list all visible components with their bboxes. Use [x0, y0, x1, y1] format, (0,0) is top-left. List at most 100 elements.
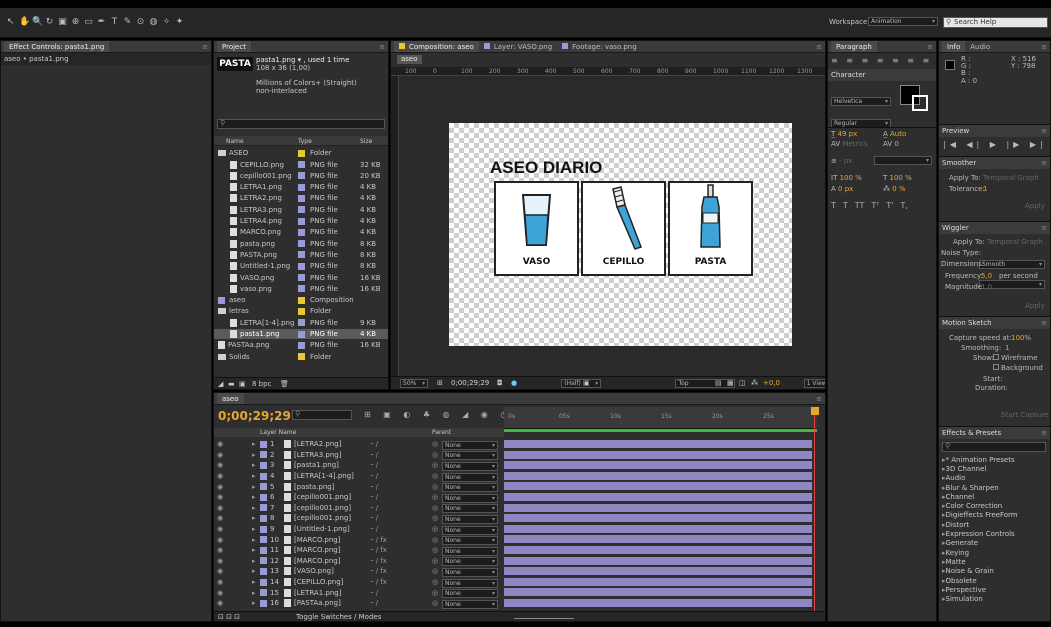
tab-wiggler[interactable]: Wiggler — [942, 222, 969, 234]
visibility-eye-icon[interactable]: ◉ — [217, 483, 223, 491]
pickwhip-icon[interactable]: ◎ — [432, 493, 438, 501]
label-color[interactable] — [260, 483, 267, 491]
label-color[interactable] — [298, 319, 305, 327]
effect-switch-icon[interactable]: ⁃ / fx — [370, 567, 387, 575]
expand-arrow-icon[interactable]: ▸ — [252, 440, 256, 448]
workspace-dropdown[interactable]: Animation — [868, 17, 938, 26]
tab-smoother[interactable]: Smoother — [942, 157, 976, 169]
tracking-field[interactable]: AV 0 — [883, 140, 899, 148]
expand-arrow-icon[interactable]: ▸ — [252, 599, 256, 607]
view-layout-dropdown[interactable]: 1 View — [803, 379, 825, 388]
quality-switch-icon[interactable]: ⁃ / — [370, 461, 378, 469]
quality-switch-icon[interactable]: ⁃ / — [370, 504, 378, 512]
project-item[interactable]: VASO.png PNG file 16 KB — [214, 272, 388, 283]
label-color[interactable] — [260, 567, 267, 575]
pan-behind-tool[interactable]: ⊕ — [71, 18, 80, 27]
pickwhip-icon[interactable]: ◎ — [432, 461, 438, 469]
layer-row[interactable]: ◉ ▸ 8 [cepillo001.png] ⁃ / ◎ None — [214, 513, 504, 524]
puppet-tool[interactable]: ✦ — [175, 18, 184, 27]
expand-arrow-icon[interactable]: ▸ — [252, 451, 256, 459]
parent-dropdown[interactable]: None — [442, 451, 498, 461]
effect-category[interactable]: ▸ Noise & Grain — [942, 567, 1046, 576]
tsume-field[interactable]: ⁂ 0 % — [883, 185, 906, 193]
pickwhip-icon[interactable]: ◎ — [432, 567, 438, 575]
label-color[interactable] — [298, 262, 305, 270]
label-color[interactable] — [260, 525, 267, 533]
timeline-icon[interactable]: ◫ — [739, 379, 746, 387]
parent-dropdown[interactable]: None — [442, 504, 498, 514]
layer-duration-bar[interactable] — [504, 588, 812, 597]
layer-name[interactable]: [pasta1.png] — [294, 461, 339, 469]
expand-arrow-icon[interactable]: ▸ — [252, 525, 256, 533]
stroke-type-dropdown[interactable] — [874, 156, 932, 165]
label-color[interactable] — [298, 149, 305, 157]
expand-arrow-icon[interactable]: ▸ — [252, 578, 256, 586]
label-color[interactable] — [260, 493, 267, 501]
effect-category[interactable]: ▸ * Animation Presets — [942, 455, 1046, 464]
effect-category[interactable]: ▸ Simulation — [942, 594, 1046, 603]
layer-name[interactable]: [MARCO.png] — [294, 536, 340, 544]
expand-icons[interactable]: ⊡ ⊡ ⊡ — [218, 613, 240, 621]
expand-arrow-icon[interactable]: ▸ — [252, 472, 256, 480]
visibility-eye-icon[interactable]: ◉ — [217, 451, 223, 459]
visibility-eye-icon[interactable]: ◉ — [217, 578, 223, 586]
project-item[interactable]: PASTAa.png PNG file 16 KB — [214, 340, 388, 351]
pickwhip-icon[interactable]: ◎ — [432, 536, 438, 544]
label-color[interactable] — [260, 472, 267, 480]
visibility-eye-icon[interactable]: ◉ — [217, 493, 223, 501]
label-color[interactable] — [260, 514, 267, 522]
tab-info[interactable]: Info — [942, 41, 966, 52]
pickwhip-icon[interactable]: ◎ — [432, 578, 438, 586]
type-tool[interactable]: T — [110, 18, 119, 27]
tab-paragraph[interactable]: Paragraph — [831, 41, 877, 52]
effect-category[interactable]: ▸ Color Correction — [942, 501, 1046, 510]
font-family-dropdown[interactable]: Helvetica — [831, 97, 891, 106]
expand-arrow-icon[interactable]: ▸ — [252, 567, 256, 575]
brush-tool[interactable]: ✎ — [123, 18, 132, 27]
magnitude-value[interactable]: 1,0 — [981, 283, 992, 291]
tolerance-value[interactable]: 1 — [983, 185, 987, 193]
label-color[interactable] — [260, 546, 267, 554]
expand-arrow-icon[interactable]: ▸ — [252, 514, 256, 522]
project-item[interactable]: LETRA2.png PNG file 4 KB — [214, 193, 388, 204]
layer-row[interactable]: ◉ ▸ 4 [LETRA[1-4].png] ⁃ / ◎ None — [214, 471, 504, 482]
layer-duration-bar[interactable] — [504, 514, 812, 523]
font-style-dropdown[interactable]: Regular — [831, 119, 891, 127]
quality-switch-icon[interactable]: ⁃ / — [370, 599, 378, 607]
new-folder-icon[interactable]: ▬ — [228, 380, 235, 388]
pickwhip-icon[interactable]: ◎ — [432, 451, 438, 459]
fast-preview-icon[interactable]: ▦ — [727, 379, 734, 387]
parent-dropdown[interactable]: None — [442, 546, 498, 556]
parent-dropdown[interactable]: None — [442, 472, 498, 482]
visibility-eye-icon[interactable]: ◉ — [217, 567, 223, 575]
effects-search-input[interactable]: ⚲ — [942, 442, 1046, 452]
visibility-eye-icon[interactable]: ◉ — [217, 536, 223, 544]
visibility-eye-icon[interactable]: ◉ — [217, 557, 223, 565]
effect-switch-icon[interactable]: ⁃ / fx — [370, 578, 387, 586]
project-item[interactable]: pasta.png PNG file 8 KB — [214, 238, 388, 249]
parent-dropdown[interactable]: None — [442, 440, 498, 450]
effect-category[interactable]: ▸ Obsolete — [942, 576, 1046, 585]
panel-menu-icon[interactable]: ≡ — [816, 395, 822, 403]
project-item[interactable]: aseo Composition — [214, 295, 388, 306]
current-time-indicator[interactable] — [811, 407, 819, 617]
region-icon[interactable]: ▣ — [583, 379, 590, 387]
quality-switch-icon[interactable]: ⁃ / — [370, 493, 378, 501]
effect-category[interactable]: ▸ Expression Controls — [942, 529, 1046, 538]
layer-name[interactable]: [LETRA3.png] — [294, 451, 341, 459]
project-item[interactable]: ASEO Folder — [214, 148, 388, 159]
label-color[interactable] — [298, 206, 305, 214]
layer-duration-bar[interactable] — [504, 524, 812, 533]
pen-tool[interactable]: ✒ — [97, 18, 106, 27]
pickwhip-icon[interactable]: ◎ — [432, 472, 438, 480]
char-style-button[interactable]: TT — [855, 201, 865, 210]
comp-viewer[interactable]: ASEO DIARIO VASO CEPILLO PASTA — [399, 76, 825, 376]
quality-switch-icon[interactable]: ⁃ / — [370, 483, 378, 491]
panel-menu-icon[interactable]: ≡ — [1041, 43, 1047, 51]
label-color[interactable] — [260, 440, 267, 448]
effect-category[interactable]: ▸ Blur & Sharpen — [942, 483, 1046, 492]
label-color[interactable] — [260, 536, 267, 544]
pickwhip-icon[interactable]: ◎ — [432, 557, 438, 565]
noise-type-dropdown[interactable]: Smooth — [979, 260, 1045, 269]
label-color[interactable] — [298, 217, 305, 225]
